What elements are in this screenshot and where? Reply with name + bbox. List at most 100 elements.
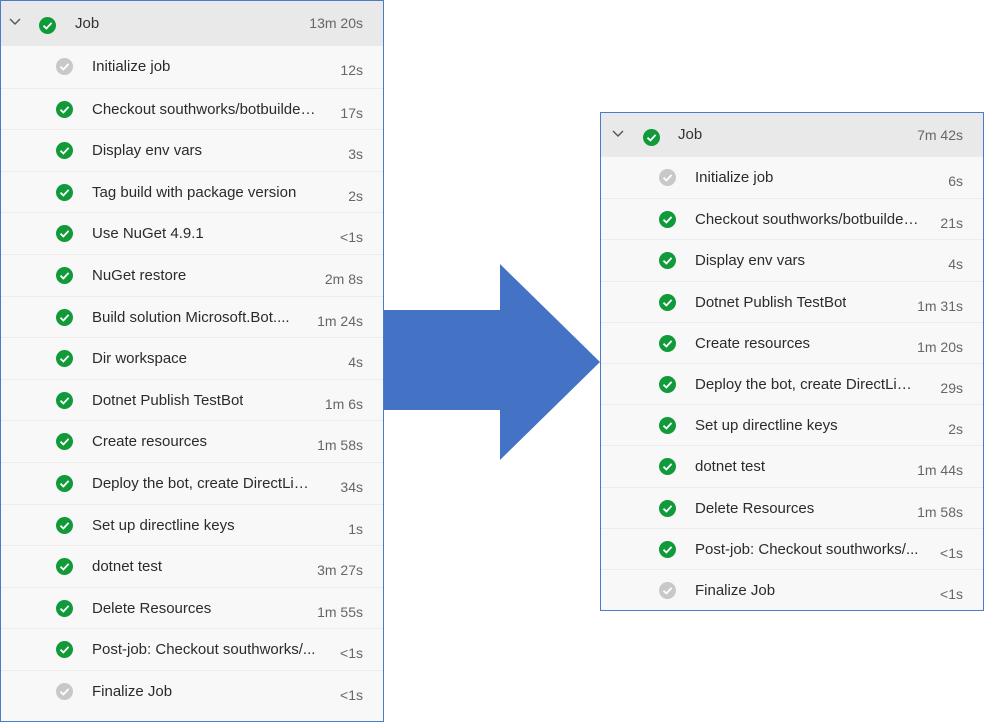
step-row[interactable]: dotnet test 3m 27s [1, 545, 383, 587]
step-row[interactable]: Deploy the bot, create DirectLine... 29s [601, 362, 983, 404]
step-row[interactable]: Checkout southworks/botbuilder... 17s [1, 87, 383, 130]
step-name: Use NuGet 4.9.1 [92, 225, 204, 243]
job-duration: 7m 42s [917, 127, 963, 143]
check-circle-icon [659, 417, 676, 435]
check-circle-icon [56, 183, 73, 201]
step-row[interactable]: Display env vars 4s [601, 239, 983, 280]
step-list: Initialize job 12s Checkout southworks/bot… [1, 46, 383, 712]
step-name: Checkout southworks/botbuilder... [695, 211, 919, 229]
step-row[interactable]: Dotnet Publish TestBot 1m 31s [601, 280, 983, 322]
step-duration: 4s [948, 256, 963, 273]
check-circle-icon [56, 641, 73, 659]
step-duration: 4s [348, 354, 363, 371]
chevron-down-icon[interactable] [611, 127, 625, 141]
check-circle-icon [56, 474, 73, 492]
check-circle-icon [659, 293, 676, 311]
check-circle-gray-icon [659, 169, 676, 186]
step-name: Create resources [695, 334, 811, 352]
job-title: Job [678, 126, 703, 143]
step-row[interactable]: Create resources 1m 58s [1, 420, 383, 462]
step-duration: 1s [348, 520, 363, 537]
job-header[interactable]: Job 13m 20s [1, 1, 383, 46]
step-name: Set up directline keys [92, 516, 235, 534]
chevron-down-icon[interactable] [8, 15, 22, 29]
step-row[interactable]: Deploy the bot, create DirectLine... 34s [1, 461, 383, 504]
step-row[interactable]: Tag build with package version 2s [1, 170, 383, 213]
job-header[interactable]: Job 7m 42s [601, 113, 983, 157]
step-row[interactable]: Set up directline keys 2s [601, 404, 983, 445]
check-circle-icon [56, 266, 73, 284]
left-job-panel: Job 13m 20s Initialize job 12s Checkout so… [0, 0, 384, 722]
step-row[interactable]: Build solution Microsoft.Bot.... 1m 24s [1, 295, 383, 338]
step-row[interactable]: Finalize Job <1s [601, 568, 983, 610]
step-duration: 1m 55s [317, 603, 363, 620]
step-name: dotnet test [92, 558, 163, 576]
step-duration: 1m 58s [317, 437, 363, 454]
step-row[interactable]: Use NuGet 4.9.1 <1s [1, 212, 383, 254]
check-circle-icon [659, 334, 676, 352]
job-duration: 13m 20s [309, 15, 363, 31]
step-row[interactable]: Dotnet Publish TestBot 1m 6s [1, 378, 383, 421]
step-name: Set up directline keys [695, 417, 838, 435]
step-row[interactable]: Initialize job 12s [1, 46, 383, 88]
step-name: Dir workspace [92, 350, 188, 368]
step-name: Initialize job [695, 169, 774, 186]
step-duration: 1m 24s [317, 312, 363, 329]
step-name: Dotnet Publish TestBot [695, 293, 847, 311]
step-name: Delete Resources [695, 499, 815, 517]
step-duration: 6s [948, 173, 963, 189]
step-duration: 1m 44s [917, 462, 963, 479]
step-duration: <1s [940, 544, 963, 561]
check-circle-gray-icon [56, 58, 73, 75]
check-circle-icon [643, 129, 660, 146]
step-row[interactable]: dotnet test 1m 44s [601, 445, 983, 486]
step-duration: 34s [340, 478, 363, 495]
step-name: Post-job: Checkout southworks/... [92, 641, 316, 659]
check-circle-icon [56, 516, 73, 534]
step-name: Post-job: Checkout southworks/... [695, 540, 919, 558]
step-row[interactable]: Finalize Job <1s [1, 669, 383, 712]
step-name: Display env vars [92, 142, 203, 160]
arrow-right-icon [384, 264, 600, 460]
check-circle-icon [56, 433, 73, 451]
step-name: Create resources [92, 433, 208, 451]
check-circle-icon [56, 599, 73, 617]
step-duration: <1s [340, 645, 363, 662]
step-row[interactable]: Delete Resources 1m 58s [601, 486, 983, 528]
step-duration: 1m 58s [917, 503, 963, 520]
step-name: NuGet restore [92, 266, 187, 284]
step-row[interactable]: Checkout southworks/botbuilder... 21s [601, 198, 983, 239]
step-duration: 29s [940, 379, 963, 396]
check-circle-gray-icon [56, 682, 73, 700]
check-circle-icon [56, 308, 73, 326]
step-row[interactable]: NuGet restore 2m 8s [1, 253, 383, 296]
step-duration: 12s [340, 62, 363, 78]
check-circle-gray-icon [659, 581, 676, 599]
step-row[interactable]: Post-job: Checkout southworks/... <1s [1, 628, 383, 670]
step-row[interactable]: Display env vars 3s [1, 129, 383, 171]
step-name: dotnet test [695, 458, 766, 476]
step-duration: 2s [348, 187, 363, 204]
step-name: Initialize job [92, 58, 171, 75]
step-duration: 1m 31s [917, 297, 963, 314]
step-row[interactable]: Delete Resources 1m 55s [1, 586, 383, 629]
step-row[interactable]: Create resources 1m 20s [601, 321, 983, 363]
step-duration: 2m 8s [324, 270, 363, 287]
step-name: Finalize Job [695, 581, 776, 599]
check-circle-icon [56, 225, 73, 243]
step-name: Finalize Job [92, 682, 173, 700]
step-row[interactable]: Post-job: Checkout southworks/... <1s [601, 527, 983, 569]
check-circle-icon [659, 252, 676, 270]
step-row[interactable]: Initialize job 6s [601, 157, 983, 198]
check-circle-icon [56, 142, 73, 160]
step-duration: 3m 27s [317, 562, 363, 579]
check-circle-icon [659, 499, 676, 517]
step-duration: <1s [340, 229, 363, 246]
step-name: Display env vars [695, 252, 806, 270]
step-duration: 2s [948, 421, 963, 438]
step-name: Tag build with package version [92, 183, 297, 201]
step-row[interactable]: Dir workspace 4s [1, 337, 383, 379]
check-circle-icon [56, 100, 73, 118]
step-name: Deploy the bot, create DirectLine... [92, 474, 316, 492]
step-row[interactable]: Set up directline keys 1s [1, 503, 383, 546]
